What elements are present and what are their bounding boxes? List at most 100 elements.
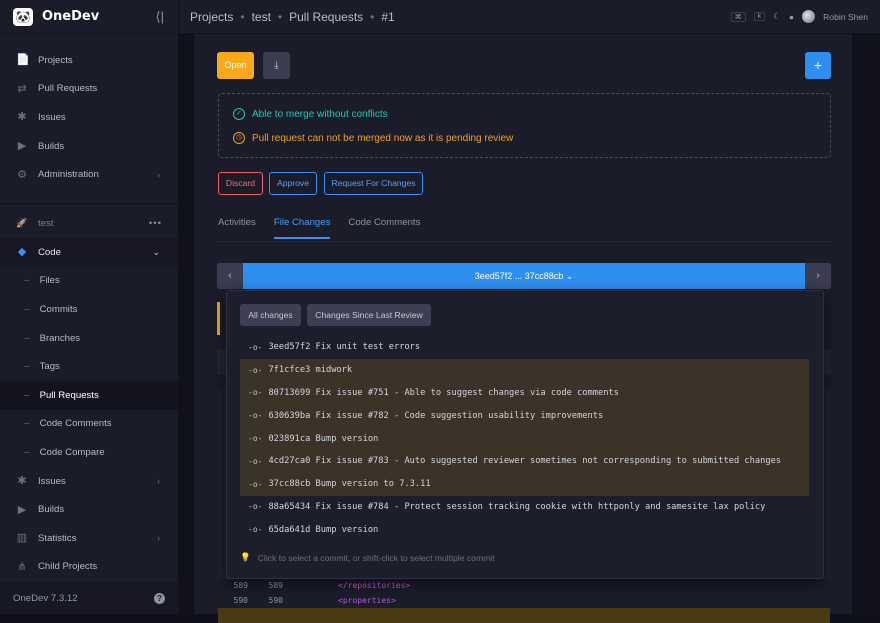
sidebar-item-label: Tags	[39, 361, 60, 373]
sidebar-item-commits[interactable]: – Commits	[0, 295, 178, 324]
commit-text: 65da641d Bump version	[268, 524, 379, 535]
sidebar-item-issues[interactable]: ✱ Issues	[0, 103, 178, 132]
help-icon[interactable]: ?	[154, 593, 165, 604]
commit-item-selected[interactable]: -o- 4cd27ca0 Fix issue #783 - Auto sugges…	[240, 449, 809, 473]
tab-bar: Activities File Changes Code Comments	[218, 217, 420, 239]
play-icon: ▶	[17, 503, 27, 516]
commit-text: 7f1cfce3 midwork	[268, 365, 353, 376]
chevron-down-icon: ⌄	[152, 246, 160, 257]
tab-code-comments[interactable]: Code Comments	[348, 217, 420, 239]
merge-ok-line: ✓ Able to merge without conflicts	[233, 108, 388, 120]
file-icon: 📄	[16, 54, 30, 67]
commit-icon: -o-	[248, 365, 263, 375]
breadcrumb-separator: •	[240, 9, 245, 24]
chevron-right-icon: ›	[157, 476, 160, 487]
sidebar-item-tags[interactable]: – Tags	[0, 352, 178, 381]
lightbulb-icon: 💡	[240, 552, 251, 562]
sidebar-item-label: Builds	[38, 140, 65, 152]
commit-text: 4cd27ca0 Fix issue #783 - Auto suggested…	[268, 456, 782, 467]
divider	[0, 202, 178, 204]
sidebar-item-code-comments[interactable]: – Code Comments	[0, 410, 178, 439]
user-name[interactable]: Robin Shen	[823, 12, 868, 22]
sidebar-item-project-issues[interactable]: ✱ Issues ›	[0, 467, 178, 496]
sidebar-item-code[interactable]: ◆ Code ⌄	[0, 237, 178, 267]
sidebar-item-label: Branches	[39, 332, 81, 344]
sidebar-item-label: Builds	[38, 504, 65, 516]
onedev-logo-icon[interactable]: 🐼	[13, 7, 33, 26]
plus-icon[interactable]: +	[805, 52, 831, 79]
sidebar-item-label: Code Compare	[39, 446, 105, 458]
download-icon[interactable]: ⤓	[263, 52, 290, 79]
command-key-icon[interactable]: ⌘	[730, 11, 746, 22]
more-icon[interactable]: •••	[149, 218, 162, 229]
commit-item-selected[interactable]: -o- 80713699 Fix issue #751 - Able to sug…	[240, 381, 809, 405]
sidebar: 🐼 OneDev ⟨| 📄 Projects ⇄ Pull Requests ✱…	[0, 0, 179, 614]
sidebar-item-label: Statistics	[38, 532, 77, 544]
sidebar-item-administration[interactable]: ⚙ Administration ›	[0, 160, 178, 189]
moon-icon[interactable]: ☾	[773, 11, 781, 22]
breadcrumb-separator: •	[370, 9, 375, 24]
breadcrumb-project[interactable]: test	[252, 10, 271, 24]
sidebar-item-branches[interactable]: – Branches	[0, 324, 178, 353]
sidebar-item-label: Administration	[38, 169, 99, 181]
commit-item[interactable]: -o- 88a65434 Fix issue #784 - Protect ses…	[240, 496, 809, 519]
commit-range-selector[interactable]: 3eed57f2 ... 37cc88cb ⌄	[243, 263, 805, 289]
sidebar-item-project-builds[interactable]: ▶ Builds	[0, 495, 178, 524]
git-icon: ◆	[17, 246, 27, 259]
sidebar-item-projects[interactable]: 📄 Projects	[0, 46, 178, 75]
sidebar-item-code-compare[interactable]: – Code Compare	[0, 438, 178, 467]
sidebar-item-files[interactable]: – Files	[0, 267, 178, 296]
topbar: Projects • test • Pull Requests • #1 ⌘ k…	[179, 0, 880, 34]
next-commit-button[interactable]: ›	[805, 263, 831, 289]
commit-range-bar: ‹ 3eed57f2 ... 37cc88cb ⌄ ›	[217, 263, 831, 289]
avatar[interactable]	[802, 10, 816, 23]
bug-icon: ✱	[17, 111, 27, 124]
commit-icon: -o-	[248, 479, 263, 489]
tab-activities[interactable]: Activities	[218, 217, 256, 239]
commit-item[interactable]: -o- 65da641d Bump version	[240, 518, 809, 541]
all-changes-button[interactable]: All changes	[240, 304, 301, 326]
bug-icon: ✱	[17, 475, 27, 488]
sidebar-item-label: Files	[39, 275, 60, 287]
check-circle-icon: ✓	[233, 108, 245, 120]
sidebar-item-statistics[interactable]: ▥ Statistics ›	[0, 524, 178, 553]
commit-text: 3eed57f2 Fix unit test errors	[268, 342, 421, 353]
discard-button[interactable]: Discard	[218, 172, 263, 195]
chevron-right-icon: ›	[157, 533, 160, 544]
commit-item-selected[interactable]: -o- 7f1cfce3 midwork	[240, 358, 809, 382]
tab-file-changes[interactable]: File Changes	[273, 217, 331, 239]
sidebar-item-code-pull-requests[interactable]: – Pull Requests	[0, 380, 178, 410]
previous-commit-button[interactable]: ‹	[217, 263, 243, 289]
project-header[interactable]: 🚀 test •••	[0, 210, 178, 238]
sidebar-item-builds[interactable]: ▶ Builds	[0, 132, 178, 161]
selection-hint: 💡 Click to select a commit, or shift-cli…	[240, 552, 495, 563]
commit-item-selected[interactable]: -o- 37cc88cb Bump version to 7.3.11	[240, 472, 809, 496]
sidebar-item-child-projects[interactable]: ⋔ Child Projects	[0, 553, 178, 582]
sidebar-item-label: Pull Requests	[39, 389, 99, 401]
commit-item[interactable]: -o- 3eed57f2 Fix unit test errors	[240, 336, 809, 359]
changes-since-last-review-button[interactable]: Changes Since Last Review	[307, 304, 431, 326]
commit-item-selected[interactable]: -o- 630639ba Fix issue #782 - Code sugges…	[240, 404, 809, 428]
old-line-number: 590	[233, 596, 248, 605]
chevron-right-icon: ›	[157, 169, 160, 180]
sidebar-footer: OneDev 7.3.12 ?	[0, 582, 179, 614]
sidebar-item-label: Commits	[39, 303, 78, 315]
breadcrumb-pr-id: #1	[381, 9, 395, 24]
open-status-button[interactable]: Open	[217, 52, 254, 79]
clock-icon: ◷	[233, 132, 245, 144]
app-name[interactable]: OneDev	[42, 9, 99, 24]
collapse-sidebar-icon[interactable]: ⟨|	[156, 9, 164, 25]
approve-button[interactable]: Approve	[269, 172, 317, 195]
sidebar-item-label: Projects	[38, 54, 73, 66]
commit-item-selected[interactable]: -o- 023891ca Bump version	[240, 427, 809, 450]
github-icon[interactable]: ●	[789, 12, 794, 22]
tab-divider	[218, 241, 831, 242]
sidebar-item-pull-requests[interactable]: ⇄ Pull Requests	[0, 75, 178, 104]
merge-warn-text: Pull request can not be merged now as it…	[252, 132, 514, 144]
k-key-icon[interactable]: k	[753, 12, 766, 21]
merge-warn-line: ◷ Pull request can not be merged now as …	[233, 132, 513, 144]
breadcrumb-pull-requests[interactable]: Pull Requests	[289, 10, 363, 24]
breadcrumb-separator: •	[277, 9, 283, 24]
request-changes-button[interactable]: Request For Changes	[324, 172, 423, 195]
breadcrumb-projects[interactable]: Projects	[190, 10, 233, 24]
